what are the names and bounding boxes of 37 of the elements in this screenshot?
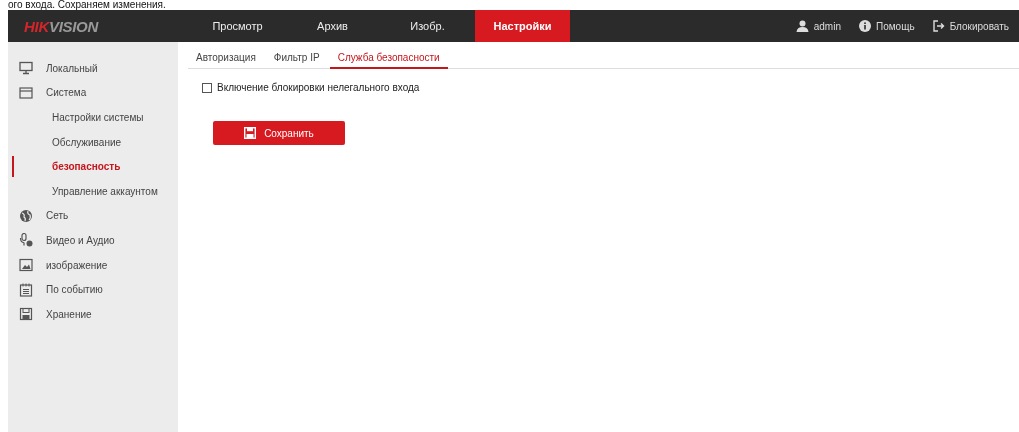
sidebar-item[interactable]: Система — [8, 80, 178, 106]
globe-icon — [19, 208, 33, 223]
nav-tab[interactable]: Просмотр — [190, 10, 285, 42]
checkbox[interactable] — [202, 82, 212, 93]
window-icon — [19, 85, 33, 100]
sidebar-item[interactable]: Управление аккаунтом — [8, 178, 178, 204]
calendar-icon — [19, 282, 33, 297]
floppy-icon — [244, 127, 257, 139]
sidebar-item[interactable]: изображение — [8, 252, 178, 278]
nav-tab[interactable]: Изобр. — [380, 10, 475, 42]
logout-icon — [932, 20, 945, 32]
sidebar-item[interactable]: Хранение — [8, 301, 178, 327]
nav-tab[interactable]: Настройки — [475, 10, 570, 42]
tab[interactable]: Фильтр IP — [265, 48, 328, 69]
sidebar-item[interactable]: Сеть — [8, 203, 178, 229]
sidebar-item[interactable]: По событию — [8, 277, 178, 302]
tab[interactable]: Авторизация — [188, 48, 264, 69]
sidebar-item[interactable]: Обслуживание — [8, 129, 178, 155]
user-name: admin — [813, 20, 841, 32]
caption-text: ого входа. Сохраняем изменения. — [7, 0, 167, 10]
help-link[interactable]: Помощь — [876, 20, 915, 32]
lock-link[interactable]: Блокировать — [949, 20, 1009, 32]
sidebar-item[interactable]: безопасность — [8, 154, 178, 179]
checkbox-label: Включение блокировки нелегального входа — [217, 82, 420, 93]
sidebar-item[interactable]: Настройки системы — [8, 105, 178, 130]
user-icon — [795, 20, 809, 32]
microphone-icon — [19, 233, 33, 248]
tab[interactable]: Служба безопасности — [329, 48, 448, 69]
image-icon — [19, 258, 33, 273]
monitor-icon — [19, 61, 33, 76]
sidebar-item[interactable]: Локальный — [8, 56, 178, 81]
save-button[interactable]: Сохранить — [213, 121, 345, 145]
nav-tab[interactable]: Архив — [285, 10, 380, 42]
info-icon — [859, 20, 871, 32]
floppy-icon — [19, 307, 33, 322]
sidebar-item[interactable]: Видео и Аудио — [8, 228, 178, 253]
logo: HIKVISION — [23, 16, 100, 37]
